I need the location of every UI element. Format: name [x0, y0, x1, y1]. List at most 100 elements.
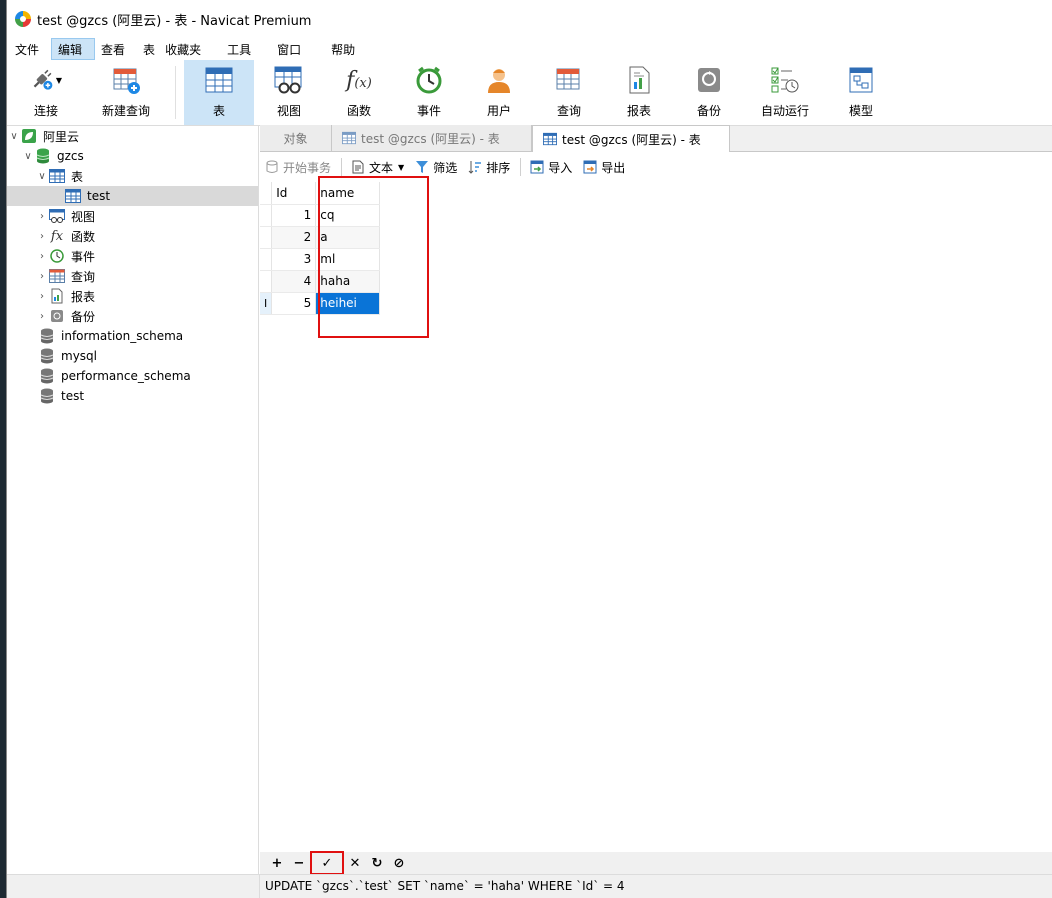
menu-table[interactable]: 表	[137, 38, 159, 60]
cell-id[interactable]: 5	[271, 292, 317, 315]
tree-tables-folder[interactable]: ∨ 表	[7, 166, 258, 186]
row-marker[interactable]	[260, 226, 273, 249]
column-header-id[interactable]: Id	[271, 182, 317, 205]
report-button[interactable]: 报表	[604, 60, 674, 125]
import-icon	[529, 159, 545, 175]
tree-database-information-schema[interactable]: information_schema	[7, 326, 258, 346]
chevron-down-icon[interactable]: ∨	[21, 151, 35, 162]
chevron-right-icon[interactable]: ›	[35, 211, 49, 222]
tab-table-active[interactable]: test @gzcs (阿里云) - 表	[532, 125, 730, 152]
toolbar-divider	[520, 158, 522, 176]
menu-file[interactable]: 文件	[9, 38, 51, 60]
menu-tools[interactable]: 工具	[221, 38, 271, 60]
tree-functions-label: 函数	[71, 229, 96, 244]
view-icon	[49, 208, 65, 224]
model-button[interactable]: 模型	[826, 60, 896, 125]
import-button[interactable]: 导入	[529, 159, 572, 176]
menu-favorites[interactable]: 收藏夹	[159, 38, 221, 60]
tree-database-gzcs[interactable]: ∨ gzcs	[7, 146, 258, 166]
window-title: test @gzcs (阿里云) - 表 - Navicat Premium	[37, 13, 312, 29]
filter-button[interactable]: 筛选	[414, 159, 457, 176]
begin-transaction-label: 开始事务	[283, 160, 332, 175]
schedule-label: 自动运行	[760, 104, 809, 118]
chevron-right-icon[interactable]: ›	[35, 291, 49, 302]
row-marker[interactable]	[260, 270, 273, 293]
cell-id[interactable]: 3	[271, 248, 317, 271]
function-icon: fx	[50, 228, 64, 244]
row-marker[interactable]	[260, 204, 273, 227]
row-marker[interactable]	[260, 248, 273, 271]
tree-reports-folder[interactable]: › 报表	[7, 286, 258, 306]
tab-label: test @gzcs (阿里云) - 表	[361, 131, 500, 146]
main-toolbar: ▼ 连接 新建查询 表 视图 f(x) 函数 事件 用户 查询 报表 备份 自动…	[7, 60, 1052, 126]
sort-label: 排序	[486, 160, 511, 175]
document-icon	[350, 159, 366, 175]
tree-database-test[interactable]: test	[7, 386, 258, 406]
refresh-button[interactable]: ↻	[366, 853, 388, 873]
content-panel: 对象 test @gzcs (阿里云) - 表 test @gzcs (阿里云)…	[260, 125, 1052, 874]
report-label: 报表	[626, 104, 651, 118]
menu-view[interactable]: 查看	[95, 38, 137, 60]
tree-backups-folder[interactable]: › 备份	[7, 306, 258, 326]
tree-database-performance-schema[interactable]: performance_schema	[7, 366, 258, 386]
tree-views-folder[interactable]: › 视图	[7, 206, 258, 226]
tree-functions-folder[interactable]: › fx 函数	[7, 226, 258, 246]
chevron-right-icon[interactable]: ›	[35, 311, 49, 322]
stop-button[interactable]: ⊘	[388, 853, 410, 873]
main-area: ∨ 阿里云 ∨ gzcs ∨ 表 test › 视图 › fx 函数 › 事件 …	[7, 125, 1052, 898]
tree-database-label: gzcs	[57, 149, 84, 163]
export-button[interactable]: 导出	[582, 159, 625, 176]
edit-cursor-marker[interactable]: I	[260, 292, 273, 315]
cell-id[interactable]: 1	[271, 204, 317, 227]
query-icon	[49, 268, 65, 284]
table-button[interactable]: 表	[184, 60, 254, 125]
new-query-icon	[110, 64, 142, 96]
chevron-down-icon[interactable]: ∨	[35, 171, 49, 182]
connect-button[interactable]: ▼ 连接	[7, 60, 85, 125]
menu-edit[interactable]: 编辑	[51, 38, 96, 60]
query-button[interactable]: 查询	[534, 60, 604, 125]
tree-connection[interactable]: ∨ 阿里云	[7, 126, 258, 146]
view-button[interactable]: 视图	[254, 60, 324, 125]
tab-table-inactive[interactable]: test @gzcs (阿里云) - 表	[332, 125, 532, 151]
text-view-label: 文本	[369, 160, 394, 175]
user-button[interactable]: 用户	[464, 60, 534, 125]
tree-queries-folder[interactable]: › 查询	[7, 266, 258, 286]
chevron-down-icon[interactable]: ∨	[7, 131, 21, 142]
event-button[interactable]: 事件	[394, 60, 464, 125]
tree-backups-label: 备份	[71, 309, 96, 324]
discard-changes-button[interactable]: ✕	[344, 853, 366, 873]
chevron-down-icon[interactable]: ▼	[398, 163, 404, 172]
chevron-right-icon[interactable]: ›	[35, 231, 49, 242]
schedule-button[interactable]: 自动运行	[744, 60, 826, 125]
function-button[interactable]: f(x) 函数	[324, 60, 394, 125]
begin-transaction-button[interactable]: 开始事务	[264, 159, 331, 176]
delete-record-button[interactable]: −	[288, 853, 310, 873]
add-record-button[interactable]: +	[266, 853, 288, 873]
database-gray-icon	[39, 328, 55, 344]
apply-changes-button[interactable]: ✓	[310, 851, 344, 875]
model-label: 模型	[848, 104, 873, 118]
database-gray-icon	[39, 348, 55, 364]
new-query-label: 新建查询	[101, 104, 150, 118]
tree-database-mysql[interactable]: mysql	[7, 346, 258, 366]
menu-help[interactable]: 帮助	[325, 38, 367, 60]
toolbar-divider	[175, 66, 176, 119]
database-gray-icon	[39, 388, 55, 404]
tab-objects[interactable]: 对象	[260, 125, 332, 151]
menu-window[interactable]: 窗口	[271, 38, 325, 60]
function-icon: f(x)	[346, 67, 372, 93]
tree-table-test[interactable]: test	[7, 186, 258, 206]
tree-events-folder[interactable]: › 事件	[7, 246, 258, 266]
backup-button[interactable]: 备份	[674, 60, 744, 125]
clock-icon	[413, 64, 445, 96]
text-view-button[interactable]: 文本 ▼	[350, 159, 404, 176]
sort-button[interactable]: 排序	[467, 159, 510, 176]
chevron-right-icon[interactable]: ›	[35, 251, 49, 262]
view-label: 视图	[276, 104, 301, 118]
chevron-right-icon[interactable]: ›	[35, 271, 49, 282]
cell-id[interactable]: 4	[271, 270, 317, 293]
new-query-button[interactable]: 新建查询	[85, 60, 167, 125]
cell-id[interactable]: 2	[271, 226, 317, 249]
model-icon	[845, 64, 877, 96]
